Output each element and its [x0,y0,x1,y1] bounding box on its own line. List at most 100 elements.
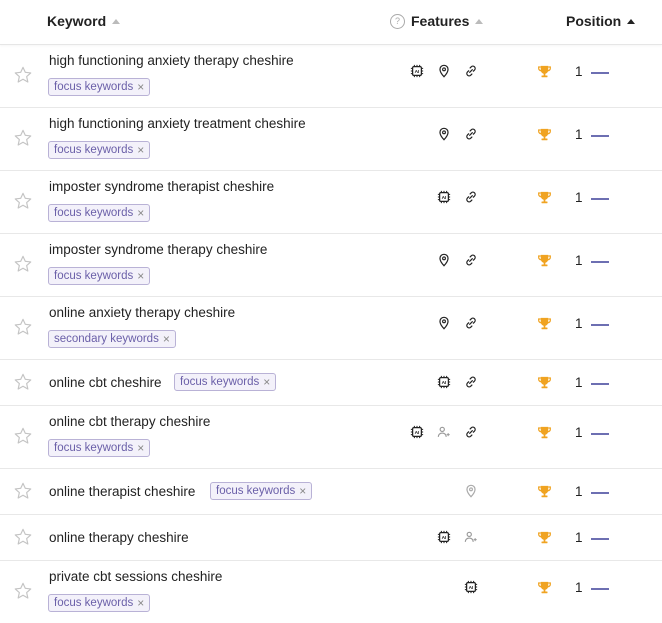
position-sort-icon[interactable] [627,18,636,24]
position-value: 1 [575,127,583,142]
trophy-icon [537,190,552,205]
link-icon[interactable] [464,375,478,389]
table-row: high functioning anxiety therapy cheshir… [0,45,662,108]
tag-label: focus keywords [54,81,134,93]
star-icon[interactable] [13,254,33,274]
tag-remove-icon[interactable]: × [137,442,144,454]
people-also-ask-icon[interactable] [437,425,451,439]
position-value: 1 [575,253,583,268]
table-row: online therapist cheshire focus keywords… [0,469,662,515]
table-row: online therapy cheshire 1 [0,515,662,561]
position-change-dash [591,135,609,137]
trophy-icon [537,580,552,595]
tag-remove-icon[interactable]: × [263,376,270,388]
table-row: online anxiety therapy cheshire secondar… [0,297,662,360]
tag-remove-icon[interactable]: × [137,144,144,156]
table-row: imposter syndrome therapy cheshire focus… [0,234,662,297]
trophy-icon [537,484,552,499]
table-row: online cbt cheshire focus keywords × 1 [0,360,662,406]
tag-label: focus keywords [54,270,134,282]
keyword-sort-icon[interactable] [112,18,121,24]
keyword-text[interactable]: online therapist cheshire [49,484,195,499]
position-value: 1 [575,484,583,499]
tag-remove-icon[interactable]: × [299,485,306,497]
features-sort-icon[interactable] [475,18,484,24]
ai-overview-icon[interactable] [437,375,451,389]
position-value: 1 [575,580,583,595]
keyword-text[interactable]: online therapy cheshire [49,530,189,545]
keyword-text[interactable]: online cbt cheshire [49,375,162,390]
keyword-tag: secondary keywords × [48,330,176,348]
keyword-text[interactable]: imposter syndrome therapy cheshire [49,242,267,257]
local-pack-icon[interactable] [464,484,478,498]
local-pack-icon[interactable] [437,64,451,78]
position-value: 1 [575,64,583,79]
tag-label: focus keywords [180,376,260,388]
tag-remove-icon[interactable]: × [137,81,144,93]
keyword-tag: focus keywords × [210,482,313,500]
local-pack-icon[interactable] [437,127,451,141]
keyword-tag: focus keywords × [48,267,151,285]
table-row: online cbt therapy cheshire focus keywor… [0,406,662,469]
trophy-icon [537,127,552,142]
keyword-text[interactable]: imposter syndrome therapist cheshire [49,179,274,194]
tag-remove-icon[interactable]: × [137,207,144,219]
position-change-dash [591,492,609,494]
star-icon[interactable] [13,372,33,392]
star-icon[interactable] [13,65,33,85]
local-pack-icon[interactable] [437,316,451,330]
star-icon[interactable] [13,426,33,446]
ai-overview-icon[interactable] [437,190,451,204]
position-value: 1 [575,375,583,390]
position-change-dash [591,538,609,540]
keyword-tag: focus keywords × [48,204,151,222]
link-icon[interactable] [464,253,478,267]
position-change-dash [591,433,609,435]
ai-overview-icon[interactable] [410,64,424,78]
link-icon[interactable] [464,316,478,330]
link-icon[interactable] [464,127,478,141]
trophy-icon [537,64,552,79]
people-also-ask-icon[interactable] [464,530,478,544]
tag-label: focus keywords [54,144,134,156]
table-row: private cbt sessions cheshire focus keyw… [0,561,662,623]
table-header: Keyword ? Features Position [0,0,662,45]
table-row: imposter syndrome therapist cheshire foc… [0,171,662,234]
link-icon[interactable] [464,64,478,78]
local-pack-icon[interactable] [437,253,451,267]
keyword-tag: focus keywords × [48,594,151,612]
ai-overview-icon[interactable] [437,530,451,544]
keyword-tag: focus keywords × [48,141,151,159]
star-icon[interactable] [13,317,33,337]
keyword-text[interactable]: high functioning anxiety treatment chesh… [49,116,306,131]
star-icon[interactable] [13,191,33,211]
keyword-text[interactable]: online cbt therapy cheshire [49,414,210,429]
tag-remove-icon[interactable]: × [137,597,144,609]
tag-remove-icon[interactable]: × [163,333,170,345]
features-column-header[interactable]: ? Features [390,13,484,29]
tag-label: focus keywords [54,597,134,609]
keyword-text[interactable]: private cbt sessions cheshire [49,569,222,584]
position-column-header[interactable]: Position [566,13,636,29]
trophy-icon [537,253,552,268]
keyword-tag: focus keywords × [48,439,151,457]
star-icon[interactable] [13,527,33,547]
star-icon[interactable] [13,581,33,601]
help-icon[interactable]: ? [390,13,405,29]
position-change-dash [591,198,609,200]
position-value: 1 [575,190,583,205]
link-icon[interactable] [464,190,478,204]
star-icon[interactable] [13,481,33,501]
keyword-text[interactable]: online anxiety therapy cheshire [49,305,235,320]
keyword-column-header[interactable]: Keyword [47,13,121,29]
ai-overview-icon[interactable] [410,425,424,439]
link-icon[interactable] [464,425,478,439]
star-icon[interactable] [13,128,33,148]
position-change-dash [591,72,609,74]
position-value: 1 [575,425,583,440]
position-value: 1 [575,316,583,331]
keyword-text[interactable]: high functioning anxiety therapy cheshir… [49,53,294,68]
ai-overview-icon[interactable] [464,580,478,594]
tag-remove-icon[interactable]: × [137,270,144,282]
trophy-icon [537,425,552,440]
